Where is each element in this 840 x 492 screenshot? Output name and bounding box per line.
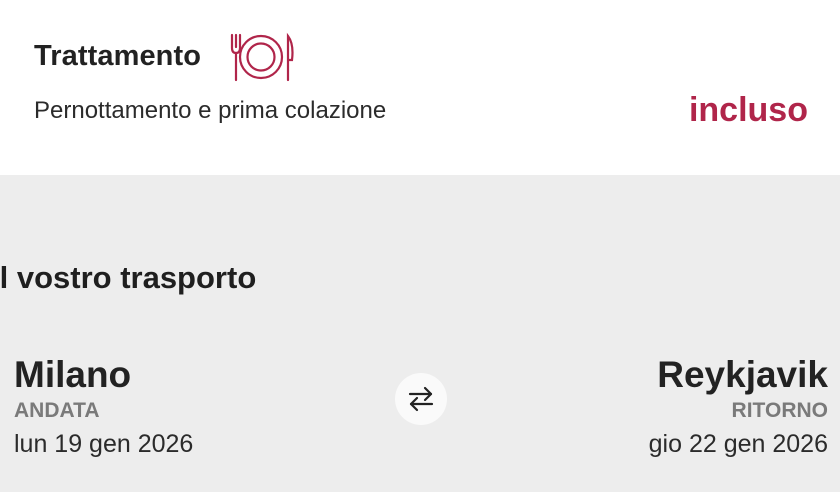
return-city: Reykjavik: [657, 354, 828, 395]
board-title: Trattamento: [34, 40, 202, 72]
return-kind: RITORNO: [731, 399, 828, 422]
outbound-leg: Milano ANDATA lun 19 gen 2026: [14, 353, 193, 460]
return-date: gio 22 gen 2026: [648, 430, 828, 458]
transport-title: Il vostro trasporto: [0, 260, 257, 295]
swap-arrows-icon: [408, 386, 434, 412]
swap-button[interactable]: [395, 373, 447, 425]
place-setting-icon: [230, 32, 294, 82]
board-section: Trattamento Pernottamento e prima colazi…: [0, 0, 840, 175]
board-price-label: incluso: [688, 91, 808, 129]
outbound-city: Milano: [14, 354, 132, 395]
transport-section: Il vostro trasporto Milano ANDATA lun 19…: [0, 175, 840, 492]
outbound-date: lun 19 gen 2026: [14, 430, 194, 458]
board-description: Pernottamento e prima colazione: [34, 97, 387, 124]
return-leg: Reykjavik RITORNO gio 22 gen 2026: [649, 353, 828, 460]
outbound-kind: ANDATA: [14, 399, 100, 422]
